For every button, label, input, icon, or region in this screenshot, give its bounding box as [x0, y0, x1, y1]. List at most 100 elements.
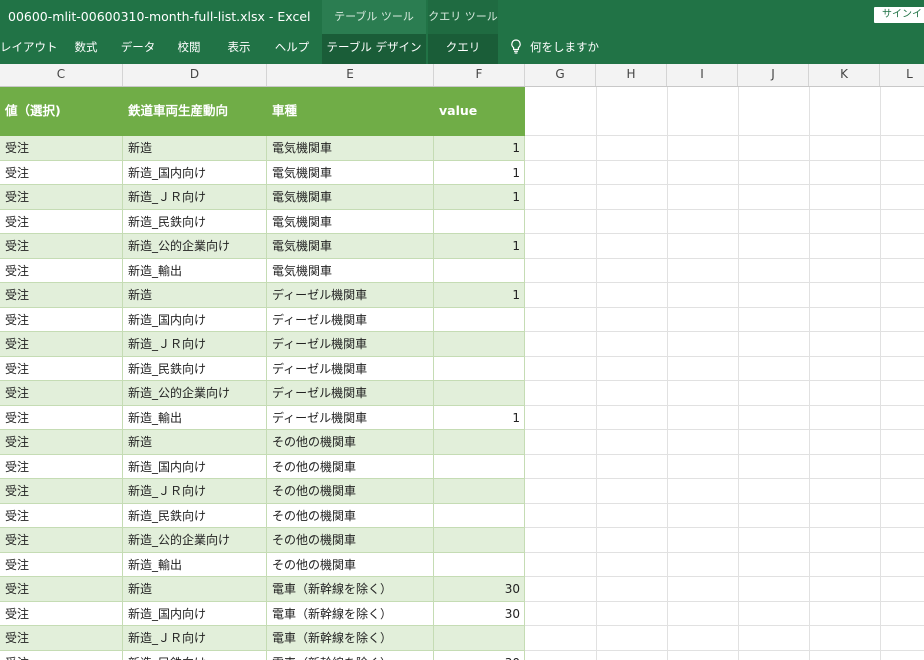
column-header-i[interactable]: I: [667, 64, 738, 86]
table-cell[interactable]: 電気機関車: [267, 209, 434, 234]
table-cell[interactable]: [434, 503, 525, 528]
table-cell[interactable]: その他の機関車: [267, 430, 434, 454]
table-cell[interactable]: [434, 626, 525, 650]
table-cell[interactable]: [434, 454, 525, 479]
table-cell[interactable]: 新造_国内向け: [123, 454, 267, 479]
table-cell[interactable]: 30: [434, 577, 525, 601]
table-cell[interactable]: [434, 430, 525, 454]
table-cell[interactable]: 新造_輸出: [123, 552, 267, 577]
table-cell[interactable]: 新造_民鉄向け: [123, 650, 267, 660]
table-cell[interactable]: 1: [434, 405, 525, 430]
table-cell[interactable]: 受注: [0, 381, 123, 405]
table-cell[interactable]: 新造_国内向け: [123, 160, 267, 185]
table-cell[interactable]: 受注: [0, 356, 123, 381]
column-header-f[interactable]: F: [434, 64, 525, 86]
tab-review[interactable]: 校閲: [170, 34, 208, 64]
table-cell[interactable]: [434, 381, 525, 405]
table-cell[interactable]: 受注: [0, 185, 123, 209]
column-header-l[interactable]: L: [880, 64, 924, 86]
table-cell[interactable]: 受注: [0, 234, 123, 258]
table-cell[interactable]: 電気機関車: [267, 136, 434, 160]
table-cell[interactable]: 新造: [123, 136, 267, 160]
table-cell[interactable]: 電車（新幹線を除く）: [267, 601, 434, 626]
column-header-j[interactable]: J: [738, 64, 809, 86]
table-cell[interactable]: 新造: [123, 577, 267, 601]
table-cell[interactable]: 新造_ＪＲ向け: [123, 185, 267, 209]
column-header-c[interactable]: C: [0, 64, 123, 86]
column-header-d[interactable]: D: [123, 64, 267, 86]
table-cell[interactable]: 受注: [0, 528, 123, 552]
table-header-cell[interactable]: 車種: [267, 87, 434, 136]
table-cell[interactable]: [434, 356, 525, 381]
table-cell[interactable]: 受注: [0, 503, 123, 528]
tab-formulas[interactable]: 数式: [66, 34, 106, 64]
table-cell[interactable]: ディーゼル機関車: [267, 307, 434, 332]
table-cell[interactable]: 受注: [0, 626, 123, 650]
table-cell[interactable]: ディーゼル機関車: [267, 356, 434, 381]
table-cell[interactable]: 新造_輸出: [123, 258, 267, 283]
table-cell[interactable]: 1: [434, 234, 525, 258]
table-cell[interactable]: その他の機関車: [267, 528, 434, 552]
table-cell[interactable]: 新造_民鉄向け: [123, 209, 267, 234]
table-cell[interactable]: 受注: [0, 160, 123, 185]
table-cell[interactable]: [434, 332, 525, 356]
table-cell[interactable]: 新造_ＪＲ向け: [123, 479, 267, 503]
table-header-cell[interactable]: value: [434, 87, 525, 136]
table-cell[interactable]: ディーゼル機関車: [267, 332, 434, 356]
table-cell[interactable]: 新造_ＪＲ向け: [123, 626, 267, 650]
tab-layout[interactable]: レイアウト: [0, 34, 58, 64]
table-cell[interactable]: 新造_国内向け: [123, 601, 267, 626]
table-cell[interactable]: 30: [434, 650, 525, 660]
table-cell[interactable]: その他の機関車: [267, 479, 434, 503]
table-cell[interactable]: 受注: [0, 454, 123, 479]
signin-button[interactable]: サインイ: [874, 7, 924, 23]
table-cell[interactable]: 1: [434, 160, 525, 185]
table-cell[interactable]: 1: [434, 185, 525, 209]
table-cell[interactable]: 受注: [0, 650, 123, 660]
column-header-e[interactable]: E: [267, 64, 434, 86]
table-header-cell[interactable]: 鉄道車両生産動向: [123, 87, 267, 136]
table-cell[interactable]: 新造_民鉄向け: [123, 356, 267, 381]
table-cell[interactable]: 受注: [0, 479, 123, 503]
table-cell[interactable]: ディーゼル機関車: [267, 283, 434, 307]
tab-query[interactable]: クエリ: [428, 34, 498, 64]
table-cell[interactable]: 新造_国内向け: [123, 307, 267, 332]
table-cell[interactable]: [434, 258, 525, 283]
table-cell[interactable]: 電気機関車: [267, 185, 434, 209]
table-cell[interactable]: 受注: [0, 307, 123, 332]
table-cell[interactable]: 新造: [123, 430, 267, 454]
tab-view[interactable]: 表示: [220, 34, 258, 64]
table-cell[interactable]: 受注: [0, 332, 123, 356]
table-cell[interactable]: 新造_公的企業向け: [123, 234, 267, 258]
table-cell[interactable]: 1: [434, 136, 525, 160]
worksheet-grid[interactable]: 値（選択) 鉄道車両生産動向 車種 value 受注 新造 電気機関車 1 受注 新造_国…: [0, 87, 924, 660]
table-cell[interactable]: 電気機関車: [267, 258, 434, 283]
table-cell[interactable]: 受注: [0, 552, 123, 577]
table-cell[interactable]: 電車（新幹線を除く）: [267, 650, 434, 660]
tab-data[interactable]: データ: [116, 34, 160, 64]
table-cell[interactable]: 新造_ＪＲ向け: [123, 332, 267, 356]
table-cell[interactable]: [434, 209, 525, 234]
table-cell[interactable]: 新造: [123, 283, 267, 307]
table-cell[interactable]: その他の機関車: [267, 454, 434, 479]
table-cell[interactable]: 受注: [0, 601, 123, 626]
table-cell[interactable]: 30: [434, 601, 525, 626]
tell-me-search[interactable]: 何をしますか: [510, 34, 599, 64]
table-cell[interactable]: [434, 479, 525, 503]
table-cell[interactable]: 受注: [0, 136, 123, 160]
table-cell[interactable]: 受注: [0, 577, 123, 601]
tab-help[interactable]: ヘルプ: [270, 34, 314, 64]
column-header-h[interactable]: H: [596, 64, 667, 86]
table-cell[interactable]: [434, 528, 525, 552]
table-cell[interactable]: 受注: [0, 405, 123, 430]
table-cell[interactable]: 新造_公的企業向け: [123, 381, 267, 405]
table-cell[interactable]: 電車（新幹線を除く）: [267, 577, 434, 601]
table-cell[interactable]: その他の機関車: [267, 503, 434, 528]
table-cell[interactable]: 電気機関車: [267, 234, 434, 258]
table-cell[interactable]: 1: [434, 283, 525, 307]
table-cell[interactable]: [434, 552, 525, 577]
table-cell[interactable]: その他の機関車: [267, 552, 434, 577]
table-cell[interactable]: 電車（新幹線を除く）: [267, 626, 434, 650]
table-cell[interactable]: ディーゼル機関車: [267, 381, 434, 405]
table-cell[interactable]: 電気機関車: [267, 160, 434, 185]
